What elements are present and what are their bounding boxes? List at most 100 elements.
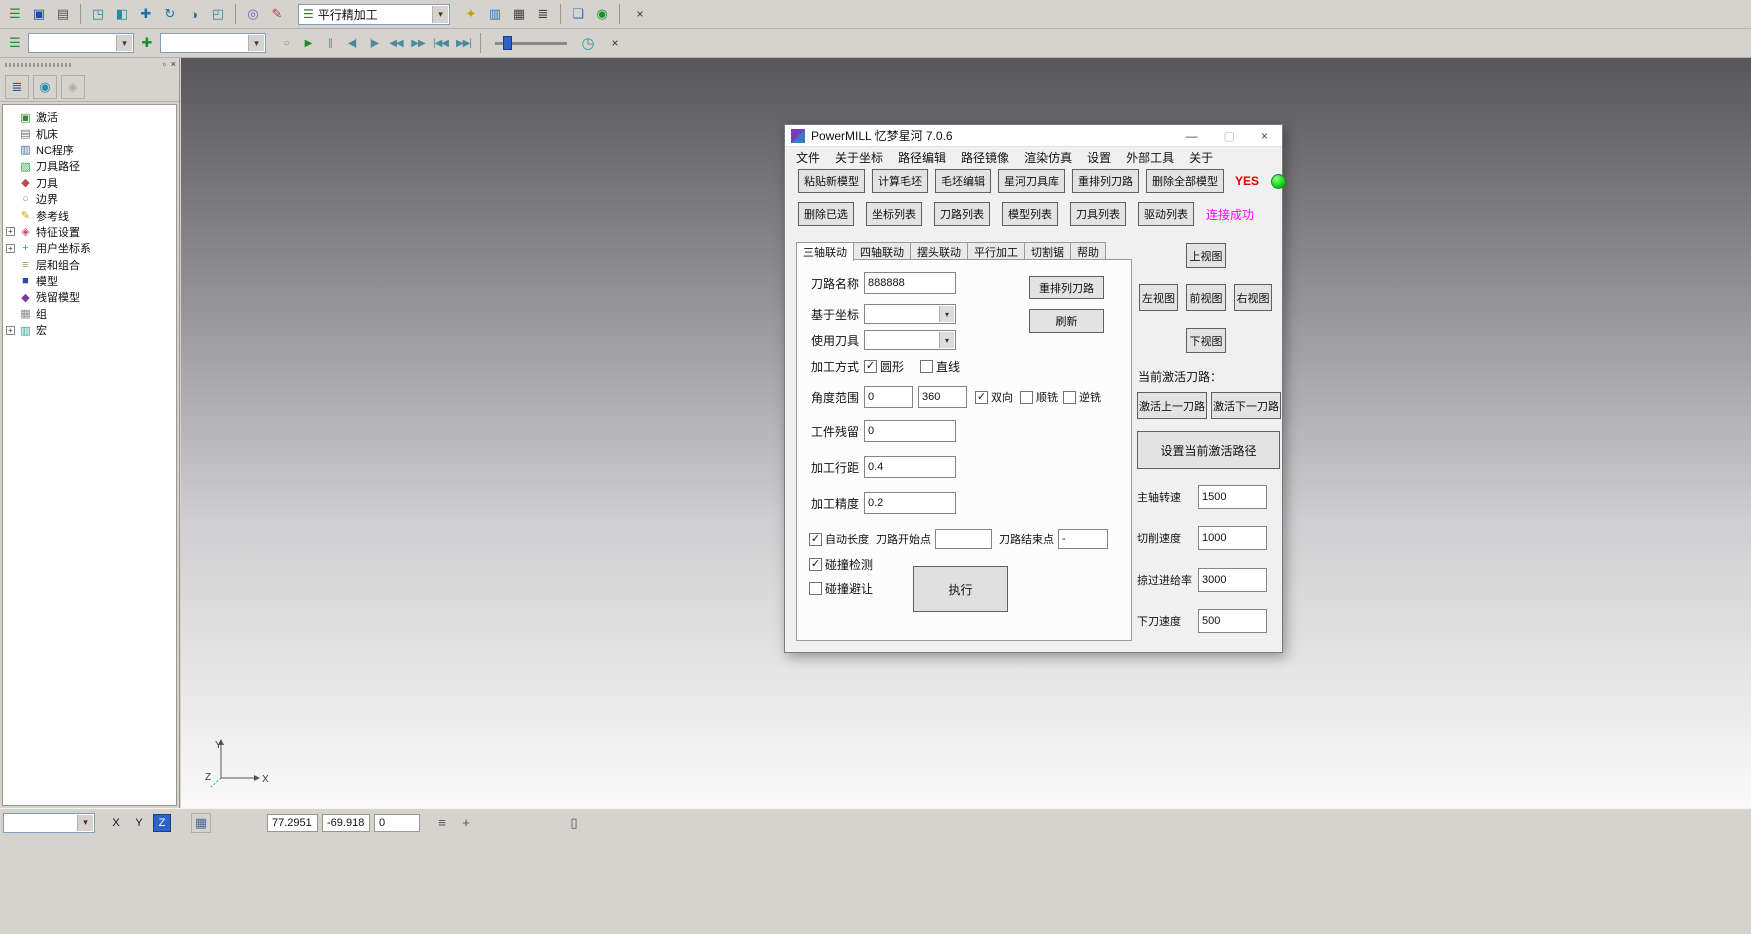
reorder-toolpaths-button[interactable]: 重排列刀路 bbox=[1029, 276, 1104, 299]
tab-swivel-head[interactable]: 摆头联动 bbox=[910, 242, 968, 260]
delete-selected-button[interactable]: 删除已选 bbox=[798, 202, 854, 226]
xinghe-tool-library-button[interactable]: 星河刀具库 bbox=[998, 169, 1065, 193]
strategy-select[interactable]: ☰ 平行精加工 ▾ bbox=[298, 4, 450, 25]
toolbar-close-button[interactable]: × bbox=[632, 6, 648, 22]
view-bottom-button[interactable]: 下视图 bbox=[1186, 328, 1226, 353]
panel-close-icon[interactable]: × bbox=[171, 59, 176, 69]
go-start-icon[interactable]: |◀◀ bbox=[430, 32, 451, 54]
calculator-icon[interactable]: ▦ bbox=[508, 3, 530, 25]
view-left-button[interactable]: 左视图 bbox=[1139, 284, 1178, 311]
clock-icon[interactable]: ◷ bbox=[577, 34, 599, 52]
tolerance-input[interactable]: 0.2 bbox=[864, 492, 956, 514]
panel-restore-icon[interactable]: ▫ bbox=[163, 59, 166, 69]
skim-feed-input[interactable]: 3000 bbox=[1198, 568, 1267, 592]
tree-item-levels-and-sets[interactable]: ≡层和组合 bbox=[3, 257, 176, 273]
tree-item-feature-sets[interactable]: +◈特征设置 bbox=[3, 224, 176, 240]
tree-item-tools[interactable]: ◆刀具 bbox=[3, 175, 176, 191]
mode-circle-checkbox[interactable]: 圆形 bbox=[864, 358, 904, 375]
set-active-path-button[interactable]: 设置当前激活路径 bbox=[1137, 431, 1280, 469]
stepover-input[interactable]: 0.4 bbox=[864, 456, 956, 478]
mode-line-checkbox[interactable]: 直线 bbox=[920, 358, 960, 375]
plane-icon[interactable]: ◧ bbox=[111, 3, 133, 25]
toolpath-list-button[interactable]: 刀路列表 bbox=[934, 202, 990, 226]
bidirectional-checkbox[interactable]: 双向 bbox=[975, 389, 1013, 405]
block-edit-button[interactable]: 毛坯编辑 bbox=[935, 169, 991, 193]
menu-path-mirror[interactable]: 路径镜像 bbox=[961, 149, 1009, 166]
activate-next-toolpath-button[interactable]: 激活下一刀路 bbox=[1211, 392, 1281, 419]
step-forward-icon[interactable]: |▶ bbox=[364, 32, 384, 54]
use-tool-select[interactable]: ▾ bbox=[864, 330, 956, 350]
menu-about[interactable]: 关于 bbox=[1189, 149, 1213, 166]
drive-list-button[interactable]: 驱动列表 bbox=[1138, 202, 1194, 226]
view-right-button[interactable]: 右视图 bbox=[1234, 284, 1272, 311]
tree-item-machine-tool[interactable]: ▤机床 bbox=[3, 125, 176, 141]
tree-item-patterns[interactable]: ✎参考线 bbox=[3, 207, 176, 223]
layers-icon[interactable]: ☰ bbox=[4, 3, 26, 25]
tool-icon[interactable]: ✎ bbox=[266, 3, 288, 25]
wizard-icon[interactable]: ✦ bbox=[460, 3, 482, 25]
stock-remaining-input[interactable]: 0 bbox=[864, 420, 956, 442]
tree-item-workplanes[interactable]: ++用户坐标系 bbox=[3, 240, 176, 256]
fast-forward-icon[interactable]: ▶▶ bbox=[408, 32, 428, 54]
tab-saw-cut[interactable]: 切割锯 bbox=[1024, 242, 1071, 260]
block-icon[interactable]: ◳ bbox=[87, 3, 109, 25]
expander-plus-icon[interactable]: + bbox=[6, 326, 15, 335]
tab-four-axis[interactable]: 四轴联动 bbox=[853, 242, 911, 260]
scale-icon[interactable]: ◰ bbox=[207, 3, 229, 25]
collision-avoid-checkbox[interactable]: 碰撞避让 bbox=[809, 580, 873, 597]
view-front-button[interactable]: 前视图 bbox=[1186, 284, 1226, 311]
dialog-title-bar[interactable]: PowerMILL 忆梦星河 7.0.6 — ▢ × bbox=[785, 125, 1282, 147]
measure-icon[interactable]: ≣ bbox=[532, 3, 554, 25]
step-back-icon[interactable]: ◀| bbox=[342, 32, 362, 54]
based-coord-select[interactable]: ▾ bbox=[864, 304, 956, 324]
rewind-icon[interactable]: ◀◀ bbox=[386, 32, 406, 54]
paste-new-model-button[interactable]: 粘贴新模型 bbox=[798, 169, 865, 193]
view-top-button[interactable]: 上视图 bbox=[1186, 243, 1226, 268]
coord-list-button[interactable]: 坐标列表 bbox=[866, 202, 922, 226]
rotate-icon[interactable]: ↻ bbox=[159, 3, 181, 25]
axes-icon[interactable]: + bbox=[456, 815, 476, 830]
tree-item-stock-models[interactable]: ◆残留模型 bbox=[3, 289, 176, 305]
search-icon[interactable]: ◉ bbox=[591, 3, 613, 25]
tab-help[interactable]: 帮助 bbox=[1070, 242, 1106, 260]
maximize-icon[interactable]: ▢ bbox=[1224, 129, 1235, 143]
execute-button[interactable]: 执行 bbox=[913, 566, 1008, 612]
collision-check-checkbox[interactable]: 碰撞检测 bbox=[809, 556, 873, 573]
angle-from-input[interactable]: 0 bbox=[864, 386, 913, 408]
coordinate-z-field[interactable]: 0 bbox=[374, 814, 420, 832]
menu-about-coords[interactable]: 关于坐标 bbox=[835, 149, 883, 166]
model-list-button[interactable]: 模型列表 bbox=[1002, 202, 1058, 226]
menu-render-sim[interactable]: 渲染仿真 bbox=[1024, 149, 1072, 166]
start-point-input[interactable] bbox=[935, 529, 992, 549]
list-icon[interactable]: ≡ bbox=[432, 815, 452, 830]
toolpath-name-input[interactable]: 888888 bbox=[864, 272, 956, 294]
axis-y-button[interactable]: Y bbox=[130, 814, 148, 832]
tree-item-groups[interactable]: ▦组 bbox=[3, 306, 176, 322]
axis-x-button[interactable]: X bbox=[107, 814, 125, 832]
refresh-button[interactable]: 刷新 bbox=[1029, 309, 1104, 333]
tab-three-axis[interactable]: 三轴联动 bbox=[796, 242, 854, 261]
menu-path-edit[interactable]: 路径编辑 bbox=[898, 149, 946, 166]
chart-icon[interactable]: ▥ bbox=[484, 3, 506, 25]
delete-all-models-button[interactable]: 删除全部模型 bbox=[1146, 169, 1224, 193]
sim-toolpath-select[interactable]: ▾ bbox=[28, 33, 134, 53]
sim-tool-select[interactable]: ▾ bbox=[160, 33, 266, 53]
tree-item-macros[interactable]: +▥宏 bbox=[3, 322, 176, 338]
pause-icon[interactable]: || bbox=[320, 32, 340, 54]
tool-list-button[interactable]: 刀具列表 bbox=[1070, 202, 1126, 226]
expander-plus-icon[interactable]: + bbox=[6, 227, 15, 236]
layers-icon[interactable]: ☰ bbox=[4, 32, 26, 54]
climb-mill-checkbox[interactable]: 顺铣 bbox=[1020, 389, 1058, 405]
menu-file[interactable]: 文件 bbox=[796, 149, 820, 166]
tree-item-toolpaths[interactable]: ▧刀具路径 bbox=[3, 158, 176, 174]
tree-item-boundaries[interactable]: ○边界 bbox=[3, 191, 176, 207]
translate-icon[interactable]: ✚ bbox=[135, 3, 157, 25]
lock-icon[interactable]: ◈ bbox=[61, 75, 85, 99]
boundary-icon[interactable]: ◎ bbox=[242, 3, 264, 25]
tree-item-nc-programs[interactable]: ▥NC程序 bbox=[3, 142, 176, 158]
menu-settings[interactable]: 设置 bbox=[1087, 149, 1111, 166]
grid-toggle-button[interactable]: ▦ bbox=[191, 813, 211, 833]
clipboard-icon[interactable]: ❏ bbox=[567, 3, 589, 25]
print-icon[interactable]: ▤ bbox=[52, 3, 74, 25]
play-icon[interactable]: ▶ bbox=[298, 32, 318, 54]
